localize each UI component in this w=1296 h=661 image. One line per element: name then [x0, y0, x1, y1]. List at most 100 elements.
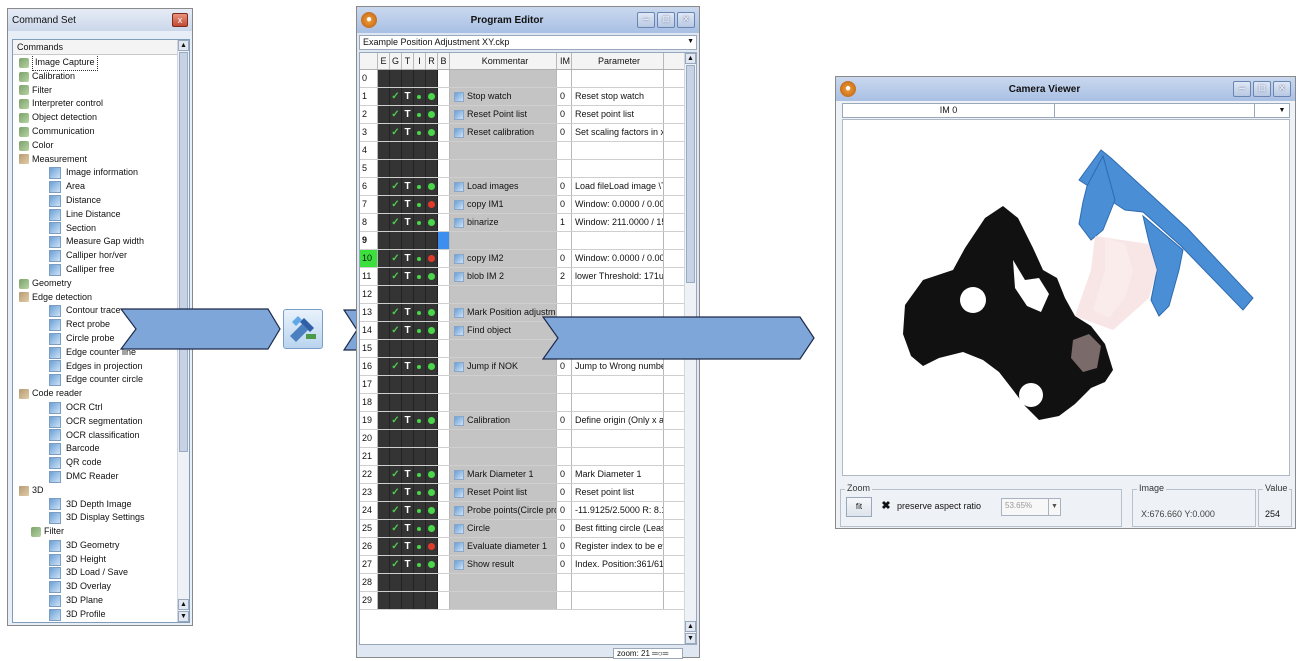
tree-item[interactable]: Edge counter circle: [13, 373, 177, 387]
scroll-up-icon[interactable]: ▲: [685, 621, 696, 632]
camera-image[interactable]: [842, 119, 1290, 476]
program-row[interactable]: 21: [360, 448, 696, 466]
tree-item[interactable]: Edge detection: [13, 291, 177, 305]
minimize-icon[interactable]: –: [1233, 81, 1251, 97]
program-row[interactable]: 19 ✓ T Calibration 0 Define origin (Only x an: [360, 412, 696, 430]
program-row[interactable]: 3 ✓ T Reset calibration 0 Set scaling factors…: [360, 124, 696, 142]
zoom-combobox[interactable]: 53.65% ▼: [1001, 498, 1061, 516]
tree-item[interactable]: 3D Overlay: [13, 580, 177, 594]
column-header[interactable]: Parameter: [572, 53, 664, 69]
column-header[interactable]: G: [390, 53, 402, 69]
tree-item[interactable]: OCR Ctrl: [13, 401, 177, 415]
program-row[interactable]: 2 ✓ T Reset Point list 0 Reset point list: [360, 106, 696, 124]
scroll-thumb[interactable]: [179, 52, 188, 452]
column-header[interactable]: R: [426, 53, 438, 69]
column-header[interactable]: B: [438, 53, 450, 69]
program-row[interactable]: 9: [360, 232, 696, 250]
column-header[interactable]: E: [378, 53, 390, 69]
tree-item[interactable]: Edges in projection: [13, 360, 177, 374]
chevron-down-icon[interactable]: ▼: [1275, 104, 1289, 117]
program-row[interactable]: 20: [360, 430, 696, 448]
breakpoint-cell: [438, 394, 450, 411]
tree-item[interactable]: QR code: [13, 456, 177, 470]
program-row[interactable]: 26 ✓ T Evaluate diameter 1 0 Register index t…: [360, 538, 696, 556]
tree-item[interactable]: Object detection: [13, 111, 177, 125]
tab-im0[interactable]: IM 0: [843, 104, 1055, 117]
close-icon[interactable]: ×: [677, 12, 695, 28]
tree-item[interactable]: Calliper hor/ver: [13, 249, 177, 263]
tree-item[interactable]: DMC Reader: [13, 470, 177, 484]
program-row[interactable]: 25 ✓ T Circle 0 Best fitting circle (Least i: [360, 520, 696, 538]
chevron-down-icon[interactable]: ▼: [1048, 499, 1060, 515]
tree-item[interactable]: Communication: [13, 125, 177, 139]
tree-item[interactable]: Interpreter control: [13, 97, 177, 111]
scroll-down-icon[interactable]: ▼: [178, 611, 189, 622]
program-row[interactable]: 10 ✓ Tcopy IM2 0 Window: 0.0000 / 0.00(: [360, 250, 696, 268]
tree-item[interactable]: Distance: [13, 194, 177, 208]
program-row[interactable]: 27 ✓ T Show result 0 Index. Position:361/61: [360, 556, 696, 574]
column-header[interactable]: T: [402, 53, 414, 69]
tree-item[interactable]: OCR classification: [13, 429, 177, 443]
tree-item[interactable]: Section: [13, 222, 177, 236]
program-row[interactable]: 8 ✓ Tbinarize 1 Window: 211.0000 / 15(: [360, 214, 696, 232]
program-row[interactable]: 16 ✓ T Jump if NOK 0 Jump to Wrong number i: [360, 358, 696, 376]
tree-item[interactable]: 3D: [13, 484, 177, 498]
program-row[interactable]: 28: [360, 574, 696, 592]
tree-item[interactable]: Measure Gap width: [13, 235, 177, 249]
tree-item[interactable]: 3D Display Settings: [13, 511, 177, 525]
tree-item[interactable]: Barcode: [13, 442, 177, 456]
program-row[interactable]: 22 ✓ T Mark Diameter 1 0 Mark Diameter 1: [360, 466, 696, 484]
program-row[interactable]: 1 ✓ T Stop watch 0 Reset stop watch: [360, 88, 696, 106]
scroll-up-icon[interactable]: ▲: [685, 53, 696, 64]
close-icon[interactable]: x: [172, 13, 188, 27]
tree-item[interactable]: Image information: [13, 166, 177, 180]
fit-button[interactable]: fit: [846, 497, 872, 517]
program-file-select[interactable]: Example Position Adjustment XY.ckp ▼: [359, 35, 697, 50]
tab-empty[interactable]: [1055, 104, 1255, 117]
preserve-aspect-checkbox[interactable]: ✖: [880, 500, 892, 512]
close-icon[interactable]: ×: [1273, 81, 1291, 97]
tree-item[interactable]: Measurement: [13, 153, 177, 167]
tree-item[interactable]: 3D Profile: [13, 608, 177, 622]
scroll-up-icon[interactable]: ▲: [178, 599, 189, 610]
column-header[interactable]: I: [414, 53, 426, 69]
program-row[interactable]: 18: [360, 394, 696, 412]
maximize-icon[interactable]: □: [657, 12, 675, 28]
tree-item[interactable]: 3D Load / Save: [13, 566, 177, 580]
program-row[interactable]: 4: [360, 142, 696, 160]
tree-item[interactable]: Calliper free: [13, 263, 177, 277]
program-row[interactable]: 12: [360, 286, 696, 304]
scroll-thumb[interactable]: [686, 65, 695, 283]
tree-item[interactable]: Image Capture: [13, 56, 177, 71]
program-row[interactable]: 11 ✓ Tblob IM 2 2lower Threshold: 171upp: [360, 268, 696, 286]
tree-item[interactable]: Geometry: [13, 277, 177, 291]
program-row[interactable]: 0: [360, 70, 696, 88]
column-header[interactable]: IM: [557, 53, 572, 69]
program-row[interactable]: 24 ✓ T Probe points(Circle probe)0-11.9125/…: [360, 502, 696, 520]
tree-item[interactable]: Calibration: [13, 70, 177, 84]
program-row[interactable]: 5: [360, 160, 696, 178]
tree-item[interactable]: Code reader: [13, 387, 177, 401]
chevron-down-icon[interactable]: ▼: [687, 38, 694, 45]
tree-item[interactable]: Filter: [13, 84, 177, 98]
tree-item[interactable]: 3D Plane: [13, 594, 177, 608]
tree-item[interactable]: 3D Height: [13, 553, 177, 567]
column-header[interactable]: Kommentar: [450, 53, 557, 69]
program-row[interactable]: 6 ✓ T Load images 0 Load fileLoad image \Ti: [360, 178, 696, 196]
program-row[interactable]: 23 ✓ T Reset Point list 0 Reset point list: [360, 484, 696, 502]
program-row[interactable]: 7 ✓ Tcopy IM1 0 Window: 0.0000 / 0.00(: [360, 196, 696, 214]
tree-item[interactable]: OCR segmentation: [13, 415, 177, 429]
program-row[interactable]: 29: [360, 592, 696, 610]
maximize-icon[interactable]: □: [1253, 81, 1271, 97]
tree-item[interactable]: Area: [13, 180, 177, 194]
tree-item[interactable]: Filter: [13, 525, 177, 539]
tree-item[interactable]: Color: [13, 139, 177, 153]
scroll-down-icon[interactable]: ▼: [685, 633, 696, 644]
tree-item[interactable]: Line Distance: [13, 208, 177, 222]
program-row[interactable]: 17: [360, 376, 696, 394]
tree-item[interactable]: 3D Geometry: [13, 539, 177, 553]
scroll-up-icon[interactable]: ▲: [178, 40, 189, 51]
minimize-icon[interactable]: –: [637, 12, 655, 28]
tree-item[interactable]: 3D Depth Image: [13, 498, 177, 512]
zoom-slider[interactable]: zoom: 21 ═○═: [613, 648, 683, 659]
